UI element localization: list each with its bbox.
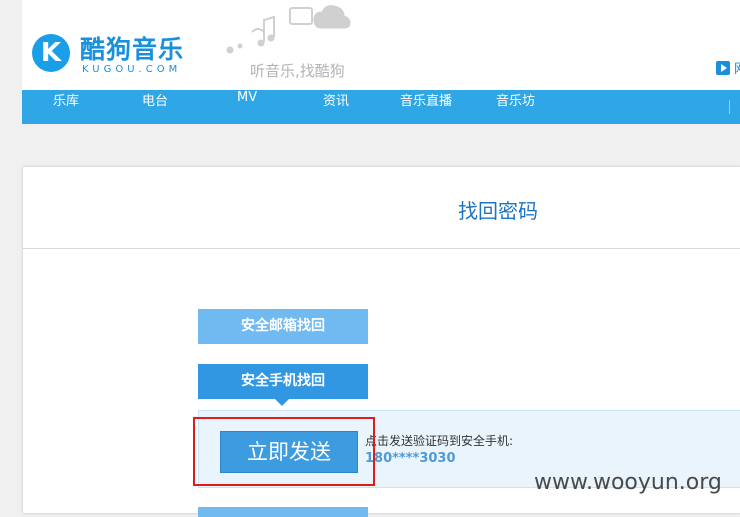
send-code-hint: 点击发送验证码到安全手机: (365, 434, 514, 448)
next-button[interactable] (198, 507, 368, 517)
play-icon (716, 60, 730, 75)
nav-item-music-workshop[interactable]: 音乐坊 (496, 90, 535, 124)
slogan-text: 听音乐,找酷狗 (250, 62, 345, 80)
title-divider (23, 248, 740, 249)
nav-item-mv[interactable]: MV (237, 90, 257, 124)
nav-item-news[interactable]: 资讯 (323, 90, 349, 124)
nav-item-music-library[interactable]: 乐库 (53, 90, 79, 124)
nav-item-radio[interactable]: 电台 (142, 90, 168, 124)
recover-password-card: 找回密码 安全邮箱找回 安全手机找回 立即发送 点击发送验证码到安全手机: 18… (22, 166, 740, 517)
nav-item-live[interactable]: 音乐直播 (400, 90, 452, 124)
masked-phone-number: 180****3030 (365, 451, 456, 466)
main-nav: 乐库 电台 MV 资讯 音乐直播 音乐坊 (22, 90, 740, 124)
page-title: 找回密码 (458, 199, 538, 223)
annotation-highlight-box (193, 417, 375, 486)
logo-subtitle: KUGOU.COM (82, 64, 182, 75)
watermark-text: www.wooyun.org (534, 470, 722, 495)
selected-pointer-icon (275, 399, 289, 406)
recover-by-email-button[interactable]: 安全邮箱找回 (198, 309, 368, 344)
logo-title[interactable]: 酷狗音乐 (80, 30, 184, 66)
recover-by-phone-button[interactable]: 安全手机找回 (198, 364, 368, 399)
music-notes-decoration-icon (226, 5, 351, 54)
site-header: K 酷狗音乐 KUGOU.COM 听音乐,找酷狗 网 (22, 0, 740, 90)
play-link-label: 网 (734, 58, 740, 77)
nav-divider (729, 100, 730, 114)
kugou-logo-icon[interactable]: K (32, 34, 70, 72)
header-play-link[interactable]: 网 (716, 58, 740, 77)
